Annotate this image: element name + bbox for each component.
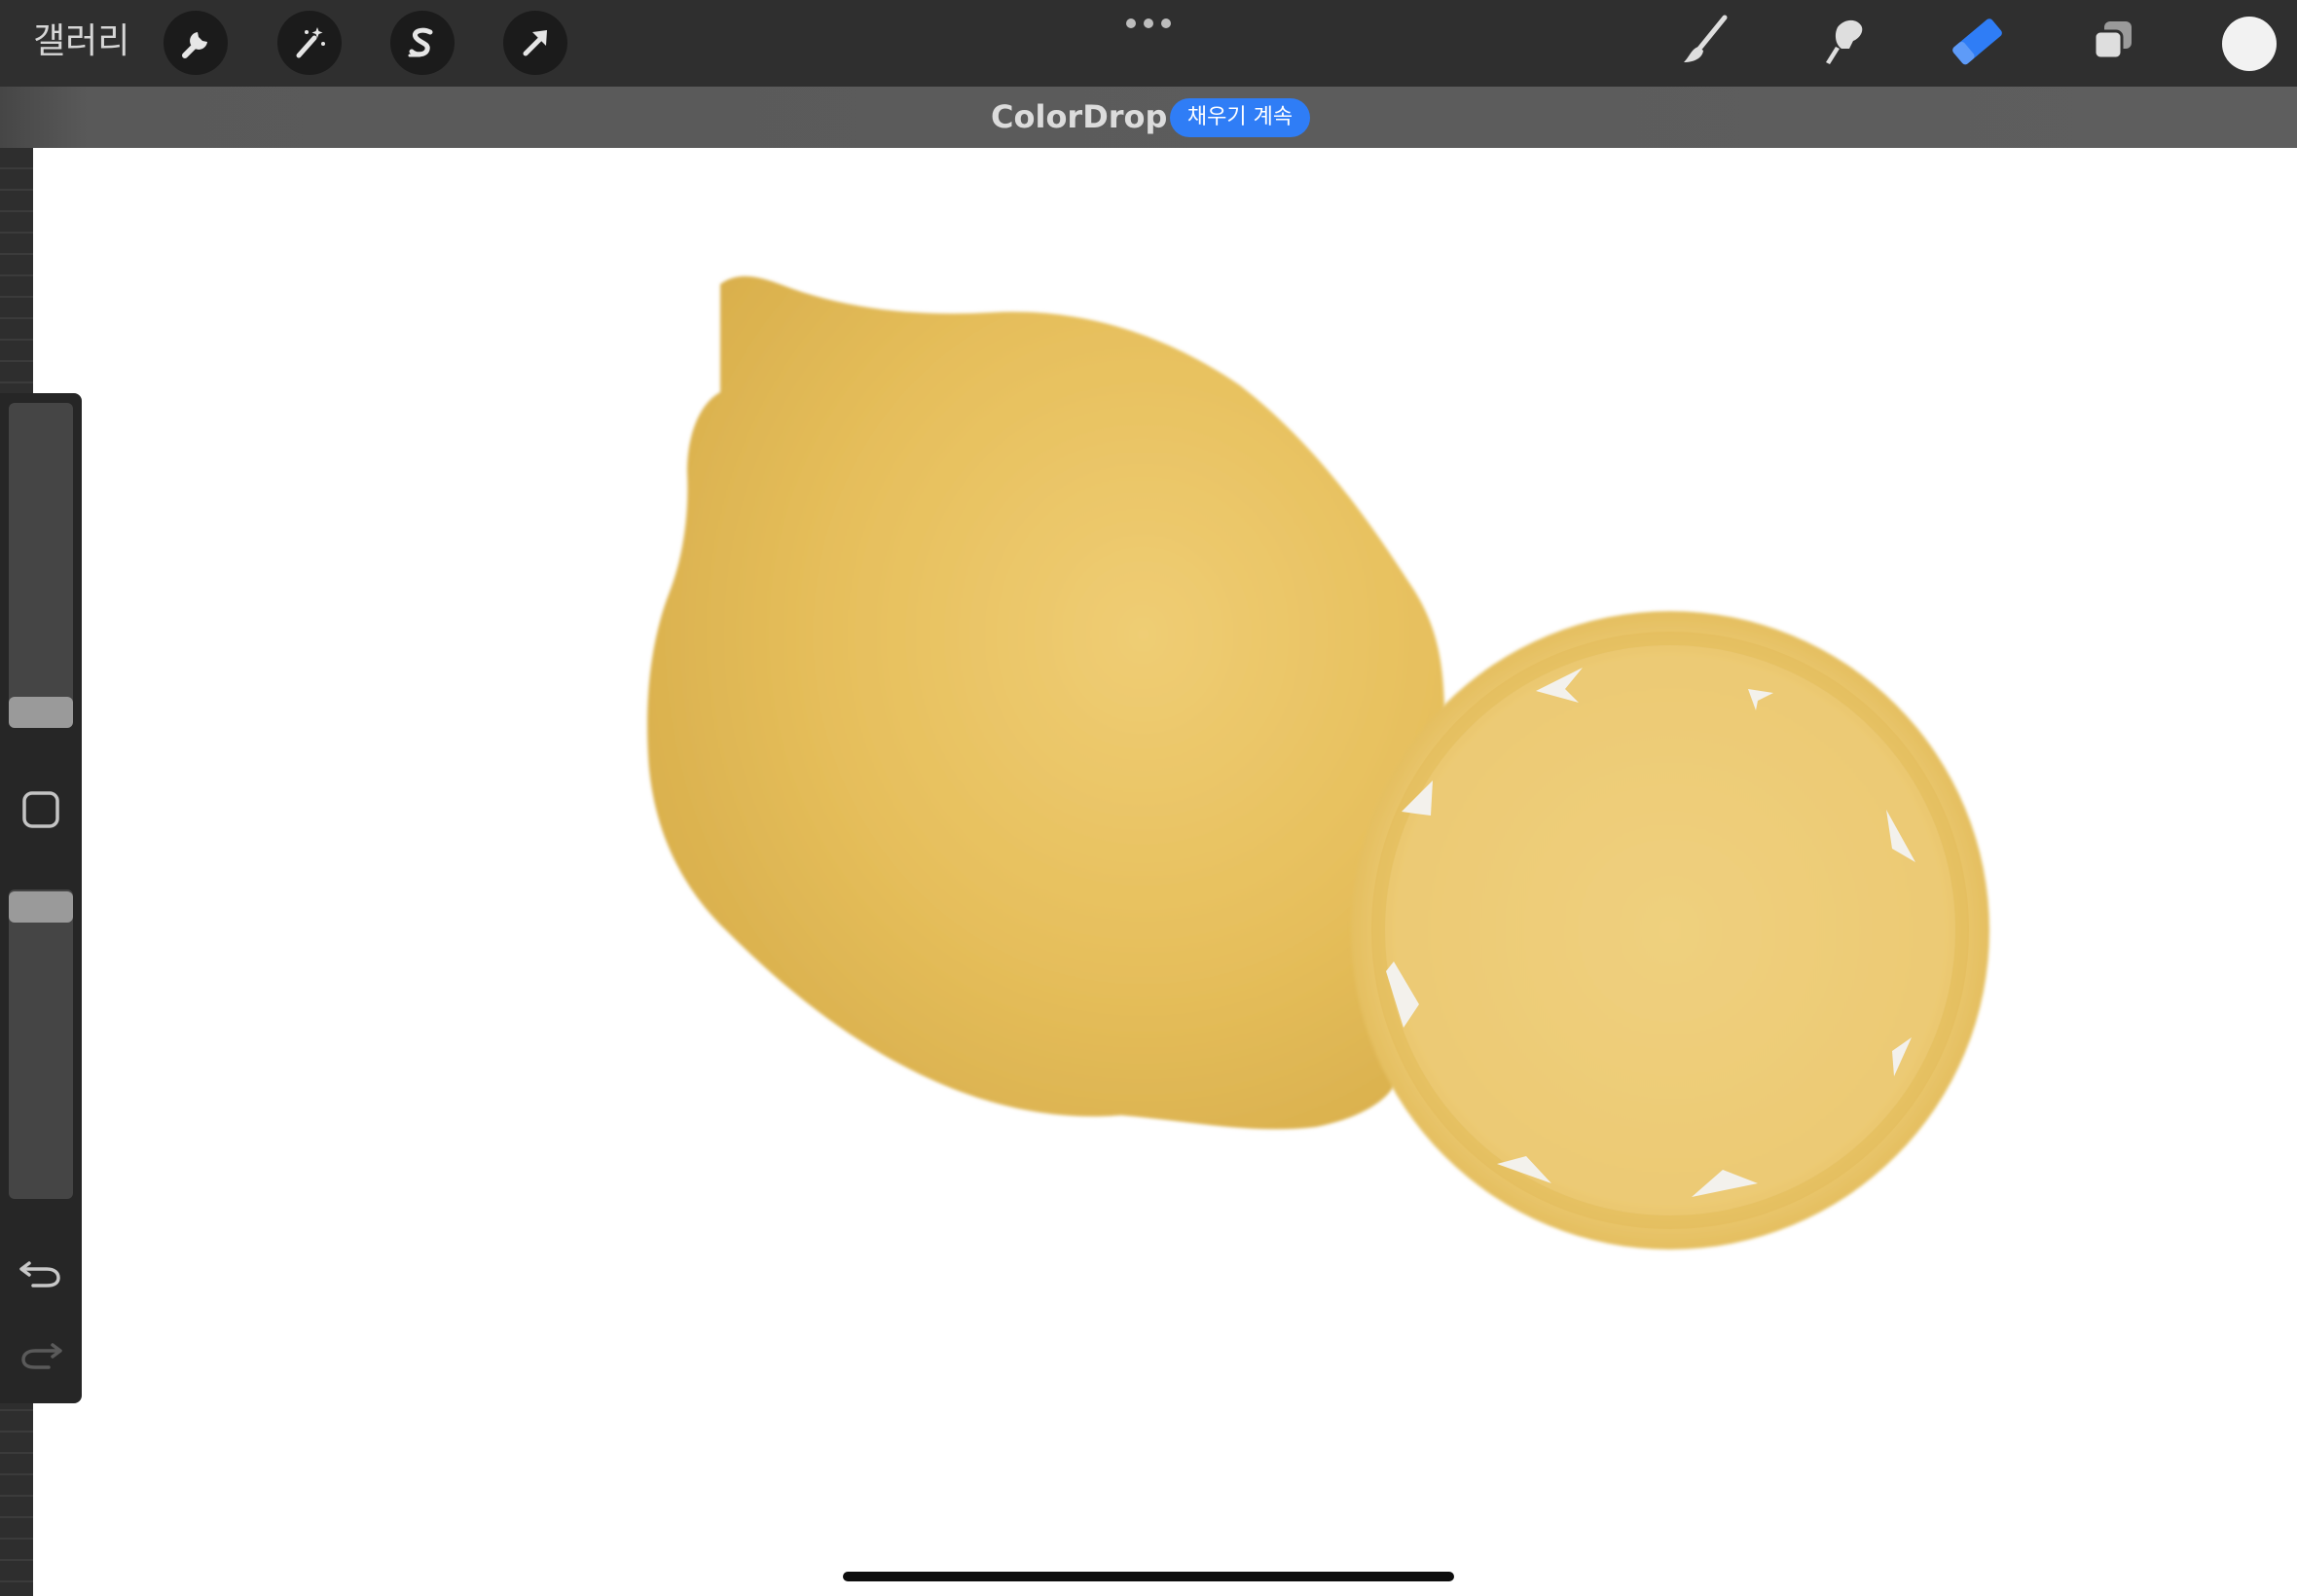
undo-icon[interactable] <box>18 1251 64 1290</box>
artwork-lemon-illustration <box>646 275 1989 1250</box>
procreate-app: 갤러리 ColorDrop 채우기 계속 <box>0 0 2297 1596</box>
magic-wand-icon <box>296 27 325 58</box>
status-title: ColorDrop <box>991 98 1168 135</box>
gallery-button[interactable]: 갤러리 <box>33 18 129 66</box>
wrench-icon <box>182 32 207 58</box>
brush-size-slider[interactable] <box>9 403 73 718</box>
opacity-slider[interactable] <box>9 889 73 1199</box>
selection-button[interactable] <box>390 11 455 75</box>
adjustments-button[interactable] <box>277 11 342 75</box>
modify-square-icon[interactable] <box>19 788 62 831</box>
eraser-tool-button[interactable] <box>1937 6 2015 80</box>
top-toolbar: 갤러리 <box>0 0 2297 87</box>
layers-button[interactable] <box>2073 6 2151 80</box>
brush-tool-button[interactable] <box>1666 6 1744 80</box>
eraser-icon <box>1952 18 2002 65</box>
left-sidebar <box>0 393 82 1403</box>
selection-s-icon <box>408 27 433 57</box>
tool-status-bar: ColorDrop 채우기 계속 <box>0 87 2297 148</box>
layers-icon <box>2093 21 2132 60</box>
redo-icon[interactable] <box>18 1333 64 1372</box>
smudge-icon <box>1826 19 1863 64</box>
brush-icon <box>1684 15 1728 62</box>
actions-button[interactable] <box>164 11 228 75</box>
lemon-slice <box>1351 611 1989 1250</box>
more-options-icon[interactable] <box>1117 12 1180 35</box>
transform-arrow-icon <box>523 30 547 56</box>
smudge-tool-button[interactable] <box>1803 6 1880 80</box>
home-indicator <box>843 1572 1454 1581</box>
brush-size-thumb[interactable] <box>9 697 73 728</box>
opacity-thumb[interactable] <box>9 891 73 923</box>
color-swatch-button[interactable] <box>2222 17 2277 71</box>
continue-fill-button[interactable]: 채우기 계속 <box>1170 98 1310 137</box>
transform-button[interactable] <box>503 11 567 75</box>
lemon-shape <box>646 275 1446 1130</box>
drawing-canvas[interactable] <box>33 148 2297 1596</box>
